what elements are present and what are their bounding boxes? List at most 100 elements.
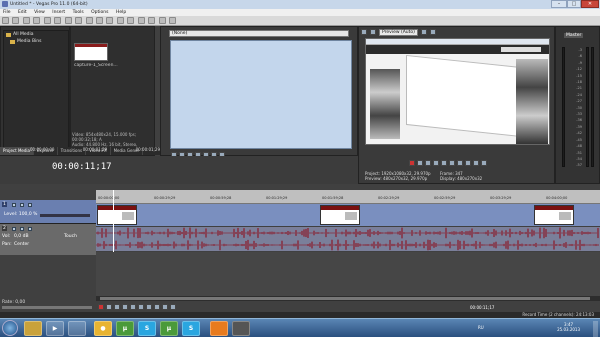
edit-tool-icon[interactable] — [137, 17, 145, 24]
master-bus-pane: Master -3 -6 -9 -12 -15 -18 -21 -24 -27 -30 -33 -36… — [555, 26, 600, 184]
prev-frame-icon[interactable] — [162, 304, 168, 310]
snapshot-icon[interactable] — [429, 29, 436, 35]
play-icon[interactable] — [122, 304, 128, 310]
docs-icon[interactable] — [210, 321, 228, 336]
vegas-icon[interactable] — [68, 321, 86, 336]
timeline-scrollbar[interactable] — [96, 296, 600, 301]
video-track-lane[interactable] — [96, 204, 600, 226]
video-track-header[interactable]: 1 Level: 100,0 % — [0, 200, 96, 224]
solo-icon[interactable] — [28, 227, 32, 231]
menu-help[interactable]: Help — [113, 9, 129, 16]
tab-project-media[interactable]: Project Media — [0, 147, 34, 155]
language-indicator[interactable]: RU — [478, 325, 484, 330]
open-icon[interactable] — [12, 17, 20, 24]
trimmer-source-select[interactable]: (None) — [169, 30, 349, 37]
skype-icon[interactable]: S — [138, 321, 156, 336]
audio-track-header[interactable]: 2 Vol: 0,0 dB Touch Pan: Center — [0, 224, 96, 255]
go-start-icon[interactable] — [146, 304, 152, 310]
start-button[interactable] — [2, 320, 18, 336]
clock[interactable]: 3:47 25.03.2013 — [557, 322, 580, 332]
maximize-button[interactable]: □ — [567, 0, 581, 8]
arm-record-icon[interactable] — [12, 227, 16, 231]
settings-icon[interactable] — [361, 29, 367, 35]
trimmer-times: 00:00:00;00 00:00:01;29 00:00:01;29 — [30, 147, 160, 152]
save-icon[interactable] — [22, 17, 30, 24]
prev-frame-icon[interactable] — [473, 160, 479, 166]
video-event-thumbnail[interactable] — [534, 205, 574, 225]
copy-icon[interactable] — [64, 17, 72, 24]
stop-icon[interactable] — [449, 160, 455, 166]
master-fader[interactable] — [562, 47, 565, 167]
menu-options[interactable]: Options — [88, 9, 111, 16]
close-button[interactable]: ✕ — [581, 0, 599, 8]
stop-icon[interactable] — [138, 304, 144, 310]
menu-file[interactable]: File — [0, 9, 14, 16]
utorrent-icon[interactable]: µ — [116, 321, 134, 336]
next-frame-icon[interactable] — [481, 160, 487, 166]
new-project-icon[interactable] — [2, 17, 9, 24]
solo-icon[interactable] — [28, 203, 32, 207]
timeline-ruler[interactable]: 00:00:00;00 00:00:29;29 00:00:59;28 00:01:2… — [96, 190, 600, 204]
media-player-icon[interactable]: ▶ — [46, 321, 64, 336]
envelope-tool-icon[interactable] — [148, 17, 156, 24]
zoom-tool-icon[interactable] — [169, 17, 176, 24]
rate-slider[interactable] — [2, 306, 92, 309]
play-start-icon[interactable] — [114, 304, 120, 310]
menu-view[interactable]: View — [31, 9, 48, 16]
folder-icon[interactable] — [24, 321, 42, 336]
mute-icon[interactable] — [20, 227, 24, 231]
play-icon[interactable] — [433, 160, 439, 166]
menu-bar: File Edit View Insert Tools Options Help — [0, 9, 600, 16]
scrollbar-thumb[interactable] — [100, 297, 590, 300]
cut-icon[interactable] — [54, 17, 62, 24]
automation-mode[interactable]: Touch — [64, 234, 77, 239]
skype-icon[interactable]: S — [182, 321, 200, 336]
mute-icon[interactable] — [20, 203, 24, 207]
record-icon[interactable] — [409, 160, 415, 166]
overlays-icon[interactable] — [420, 29, 427, 35]
audio-track-lane[interactable] — [96, 227, 600, 251]
minimize-button[interactable]: – — [551, 0, 567, 8]
redo-icon[interactable] — [95, 17, 103, 24]
menu-insert[interactable]: Insert — [49, 9, 68, 16]
video-event-thumbnail[interactable] — [320, 205, 360, 225]
go-start-icon[interactable] — [457, 160, 463, 166]
go-end-icon[interactable] — [465, 160, 471, 166]
lock-icon[interactable] — [127, 17, 135, 24]
video-event-thumbnail[interactable] — [97, 205, 137, 225]
folder-icon — [10, 39, 15, 44]
tree-item-all-media[interactable]: All Media — [4, 31, 68, 38]
menu-edit[interactable]: Edit — [15, 9, 30, 16]
timeline-empty-area[interactable] — [96, 252, 600, 300]
show-desktop-button[interactable] — [593, 321, 598, 337]
snap-icon[interactable] — [106, 17, 114, 24]
undo-icon[interactable] — [85, 17, 93, 24]
render-icon[interactable] — [33, 17, 41, 24]
playhead-cursor[interactable] — [113, 190, 114, 260]
autoripple-icon[interactable] — [116, 17, 124, 24]
menu-tools[interactable]: Tools — [70, 9, 87, 16]
trimmer-view[interactable] — [170, 40, 352, 149]
chrome-icon[interactable]: ● — [94, 321, 112, 336]
media-thumbnail[interactable] — [74, 43, 108, 61]
external-monitor-icon[interactable] — [370, 29, 376, 35]
preview-quality-select[interactable]: Preview (Auto) — [379, 28, 418, 36]
loop-icon[interactable] — [106, 304, 112, 310]
tree-item-media-bins[interactable]: Media Bins — [4, 38, 68, 45]
play-start-icon[interactable] — [425, 160, 431, 166]
properties-icon[interactable] — [43, 17, 51, 24]
record-icon[interactable] — [98, 304, 104, 310]
paste-icon[interactable] — [75, 17, 83, 24]
next-frame-icon[interactable] — [170, 304, 176, 310]
pause-icon[interactable] — [441, 160, 447, 166]
selection-tool-icon[interactable] — [158, 17, 166, 24]
ruler-tick-label: 00:02:29;29 — [378, 196, 400, 200]
pan-label: Pan: — [2, 242, 12, 247]
utorrent-icon[interactable]: µ — [160, 321, 178, 336]
pause-icon[interactable] — [130, 304, 136, 310]
loop-icon[interactable] — [417, 160, 423, 166]
level-slider[interactable] — [40, 214, 90, 217]
go-end-icon[interactable] — [154, 304, 160, 310]
fx-icon[interactable] — [12, 203, 16, 207]
recording-icon[interactable] — [232, 321, 250, 336]
